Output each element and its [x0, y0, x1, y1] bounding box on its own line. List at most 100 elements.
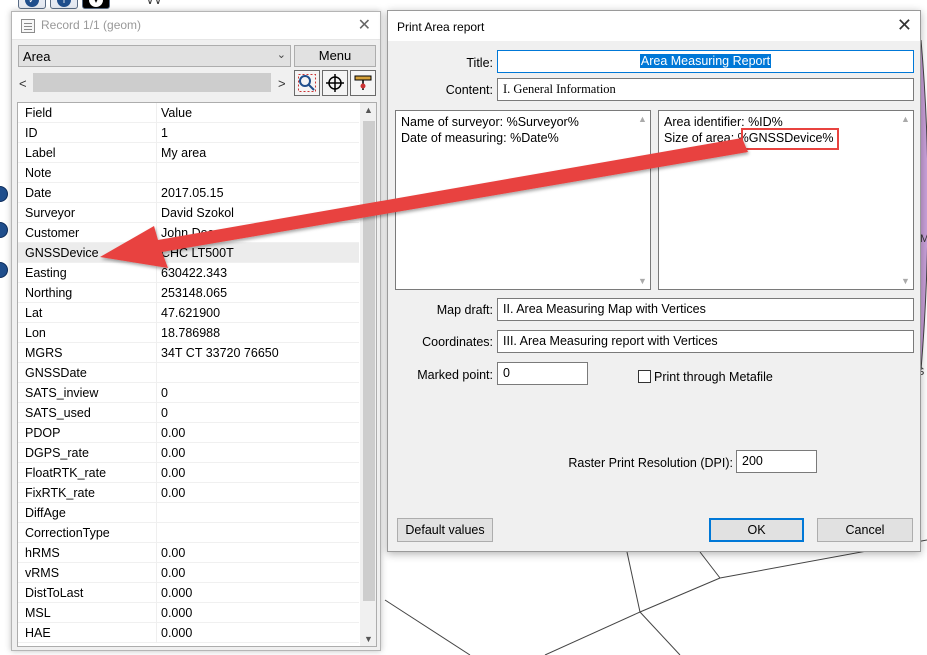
row-field-value[interactable]: 0.000 [161, 606, 192, 620]
ok-button[interactable]: OK [709, 518, 804, 542]
zoom-to-icon [298, 74, 316, 92]
row-field-value[interactable]: 0.00 [161, 466, 185, 480]
right-memo[interactable]: Area identifier: %ID% Size of area: %GNS… [658, 110, 914, 290]
row-field-value[interactable]: 0.000 [161, 626, 192, 640]
table-row[interactable]: MGRS 34T CT 33720 76650 [18, 343, 359, 363]
scroll-up-icon[interactable]: ▲ [364, 105, 373, 115]
row-field-value[interactable]: 0.00 [161, 426, 185, 440]
scroll-down-icon[interactable]: ▼ [364, 634, 373, 644]
column-header-value[interactable]: Value [161, 106, 192, 120]
content-label: Content: [445, 83, 493, 97]
cancel-button[interactable]: Cancel [817, 518, 913, 542]
raster-resolution-input[interactable]: 200 [736, 450, 817, 473]
column-separator [156, 463, 157, 483]
grid-vertical-scrollbar[interactable]: ▲ ▼ [360, 103, 376, 646]
print-metafile-checkbox[interactable] [638, 370, 651, 383]
column-separator [156, 323, 157, 343]
row-field-value[interactable]: 1 [161, 126, 168, 140]
column-separator [156, 623, 157, 643]
info-button[interactable]: i [50, 0, 78, 9]
row-field-value[interactable]: 0.00 [161, 486, 185, 500]
map-draft-input[interactable]: II. Area Measuring Map with Vertices [497, 298, 914, 321]
close-icon[interactable]: ✕ [358, 15, 371, 35]
column-separator [156, 143, 157, 163]
table-row[interactable]: DGPS_rate 0.00 [18, 443, 359, 463]
right-memo-scrollbar[interactable]: ▲ ▼ [896, 111, 913, 289]
row-field-name: HAE [25, 626, 51, 640]
row-field-value[interactable]: 253148.065 [161, 286, 227, 300]
table-row[interactable]: FloatRTK_rate 0.00 [18, 463, 359, 483]
column-separator [156, 503, 157, 523]
left-memo[interactable]: Name of surveyor: %Surveyor% Date of mea… [395, 110, 651, 290]
table-row[interactable]: SATS_used 0 [18, 403, 359, 423]
coordinates-input[interactable]: III. Area Measuring report with Vertices [497, 330, 914, 353]
table-row[interactable]: HAE 0.000 [18, 623, 359, 643]
table-row[interactable]: DiffAge [18, 503, 359, 523]
close-icon[interactable]: ✕ [897, 15, 912, 36]
content-input[interactable]: I. General Information [497, 78, 914, 101]
table-row[interactable]: Northing 253148.065 [18, 283, 359, 303]
dialog-titlebar[interactable]: Print Area report ✕ [388, 11, 920, 41]
marked-point-input[interactable]: 0 [497, 362, 588, 385]
row-field-value[interactable]: 0 [161, 406, 168, 420]
scrollbar-thumb[interactable] [363, 121, 375, 601]
column-separator [156, 383, 157, 403]
row-field-name: SATS_used [25, 406, 91, 420]
row-field-value[interactable]: 18.786988 [161, 326, 220, 340]
row-field-value[interactable]: 0.00 [161, 546, 185, 560]
table-row[interactable]: GNSSDevice CHC LT500T [18, 243, 359, 263]
table-row[interactable]: Lat 47.621900 [18, 303, 359, 323]
layer-select[interactable]: Area ⌄ [18, 45, 291, 67]
menu-button[interactable]: Menu [294, 45, 376, 67]
table-row[interactable]: GNSSDate [18, 363, 359, 383]
default-values-button[interactable]: Default values [397, 518, 493, 542]
table-row[interactable]: DistToLast 0.000 [18, 583, 359, 603]
row-field-value[interactable]: John Doe [161, 226, 215, 240]
row-field-value[interactable]: 34T CT 33720 76650 [161, 346, 279, 360]
table-row[interactable]: Surveyor David Szokol [18, 203, 359, 223]
row-field-value[interactable]: 47.621900 [161, 306, 220, 320]
table-row[interactable]: SATS_inview 0 [18, 383, 359, 403]
row-field-value[interactable]: 0.00 [161, 566, 185, 580]
row-field-value[interactable]: 0.00 [161, 446, 185, 460]
chevrons-icon[interactable]: ∨∨ [146, 0, 162, 7]
scroll-right-button[interactable]: > [278, 76, 286, 91]
table-row[interactable]: vRMS 0.00 [18, 563, 359, 583]
record-window-titlebar[interactable]: Record 1/1 (geom) ✕ [12, 12, 380, 40]
pin-button[interactable]: ▾ [82, 0, 110, 9]
table-row[interactable]: CorrectionType [18, 523, 359, 543]
row-field-value[interactable]: 0.000 [161, 586, 192, 600]
table-row[interactable]: PDOP 0.00 [18, 423, 359, 443]
column-separator [156, 523, 157, 543]
table-row[interactable]: Note [18, 163, 359, 183]
table-row[interactable]: Date 2017.05.15 [18, 183, 359, 203]
measure-button[interactable] [350, 70, 376, 96]
attribute-grid[interactable]: Field Value ID 1 Label My area Note Date 2017.05… [17, 102, 377, 647]
print-metafile-label[interactable]: Print through Metafile [654, 370, 773, 384]
row-field-value[interactable]: 0 [161, 386, 168, 400]
row-field-value[interactable]: CHC LT500T [161, 246, 234, 260]
horizontal-scrollbar[interactable] [33, 73, 271, 92]
table-row[interactable]: Label My area [18, 143, 359, 163]
record-window: Record 1/1 (geom) ✕ Area ⌄ Menu < > Fiel… [11, 11, 381, 651]
row-field-value[interactable]: My area [161, 146, 206, 160]
row-field-value[interactable]: 2017.05.15 [161, 186, 224, 200]
table-row[interactable]: ID 1 [18, 123, 359, 143]
left-memo-scrollbar[interactable]: ▲ ▼ [633, 111, 650, 289]
check-shield-button[interactable]: ✓ [18, 0, 46, 9]
left-memo-line-2: Date of measuring: %Date% [401, 131, 559, 145]
row-field-value[interactable]: 630422.343 [161, 266, 227, 280]
table-row[interactable]: hRMS 0.00 [18, 543, 359, 563]
crosshair-button[interactable] [322, 70, 348, 96]
scroll-left-button[interactable]: < [19, 76, 27, 91]
table-row[interactable]: Customer John Doe [18, 223, 359, 243]
row-field-value[interactable]: David Szokol [161, 206, 234, 220]
column-header-field[interactable]: Field [25, 106, 52, 120]
table-row[interactable]: MSL 0.000 [18, 603, 359, 623]
table-row[interactable]: FixRTK_rate 0.00 [18, 483, 359, 503]
table-row[interactable]: Lon 18.786988 [18, 323, 359, 343]
title-input[interactable]: Area Measuring Report [497, 50, 914, 73]
table-row[interactable]: Easting 630422.343 [18, 263, 359, 283]
row-field-name: Customer [25, 226, 80, 240]
zoom-to-button[interactable] [294, 70, 320, 96]
